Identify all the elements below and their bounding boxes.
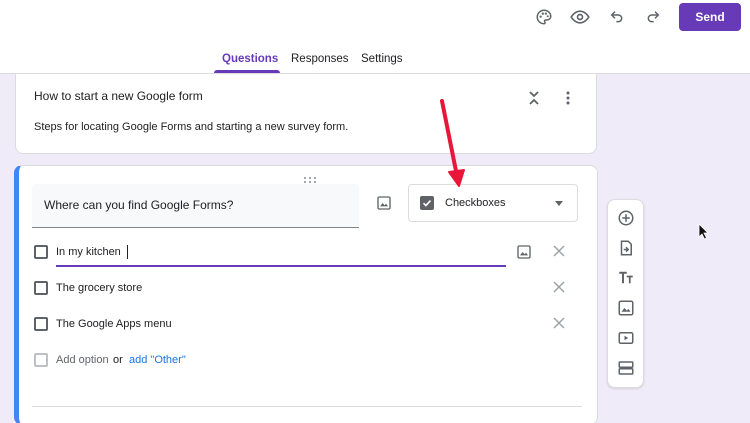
add-option-row: Add option or add "Other": [32, 346, 582, 374]
option-checkbox[interactable]: [34, 281, 48, 295]
question-card[interactable]: Where can you find Google Forms? Checkbo…: [14, 165, 598, 423]
add-other-button[interactable]: add "Other": [129, 354, 186, 366]
remove-option-icon[interactable]: [553, 280, 565, 298]
option-row: The grocery store: [32, 274, 582, 302]
text-cursor: [127, 245, 128, 259]
redo-icon[interactable]: [642, 6, 664, 28]
option-image-icon[interactable]: [516, 244, 532, 265]
card-divider: [32, 406, 582, 407]
option-label-input[interactable]: In my kitchen: [56, 246, 121, 258]
tab-questions[interactable]: Questions: [222, 53, 278, 65]
option-checkbox[interactable]: [34, 317, 48, 331]
option-row: The Google Apps menu: [32, 310, 582, 338]
active-tab-indicator: [214, 70, 280, 73]
dropdown-caret-icon: [555, 201, 563, 206]
form-description[interactable]: Steps for locating Google Forms and star…: [34, 121, 348, 133]
form-header-card: How to start a new Google form Steps for…: [15, 74, 597, 154]
add-image-icon[interactable]: [617, 299, 635, 317]
palette-icon[interactable]: [533, 6, 555, 28]
checkbox-type-icon: [420, 196, 434, 210]
add-image-icon[interactable]: [376, 195, 392, 216]
undo-icon[interactable]: [606, 6, 628, 28]
option-checkbox: [34, 353, 48, 367]
question-type-dropdown[interactable]: Checkboxes: [408, 184, 578, 222]
tab-responses[interactable]: Responses: [291, 53, 349, 65]
question-type-label: Checkboxes: [445, 197, 506, 209]
more-vert-icon[interactable]: [565, 91, 571, 110]
tab-settings[interactable]: Settings: [361, 53, 403, 65]
collapse-icon[interactable]: [528, 91, 540, 110]
side-toolbar: [607, 199, 644, 388]
option-row: In my kitchen: [32, 238, 582, 267]
form-title[interactable]: How to start a new Google form: [34, 89, 203, 103]
active-input-underline: [56, 265, 506, 267]
remove-option-icon[interactable]: [553, 244, 565, 262]
option-label-input[interactable]: The Google Apps menu: [56, 318, 172, 330]
option-label-input[interactable]: The grocery store: [56, 282, 142, 294]
add-option-button[interactable]: Add option: [56, 354, 109, 366]
option-checkbox[interactable]: [34, 245, 48, 259]
or-separator: or: [113, 354, 123, 366]
remove-option-icon[interactable]: [553, 316, 565, 334]
add-section-icon[interactable]: [617, 359, 635, 377]
top-bar: Send Questions Responses Settings: [0, 0, 750, 74]
import-questions-icon[interactable]: [617, 239, 635, 257]
preview-eye-icon[interactable]: [569, 6, 591, 28]
add-video-icon[interactable]: [617, 329, 635, 347]
send-button[interactable]: Send: [679, 3, 741, 31]
question-title-input[interactable]: Where can you find Google Forms?: [32, 184, 359, 228]
add-title-icon[interactable]: [617, 269, 635, 287]
add-question-icon[interactable]: [617, 209, 635, 227]
